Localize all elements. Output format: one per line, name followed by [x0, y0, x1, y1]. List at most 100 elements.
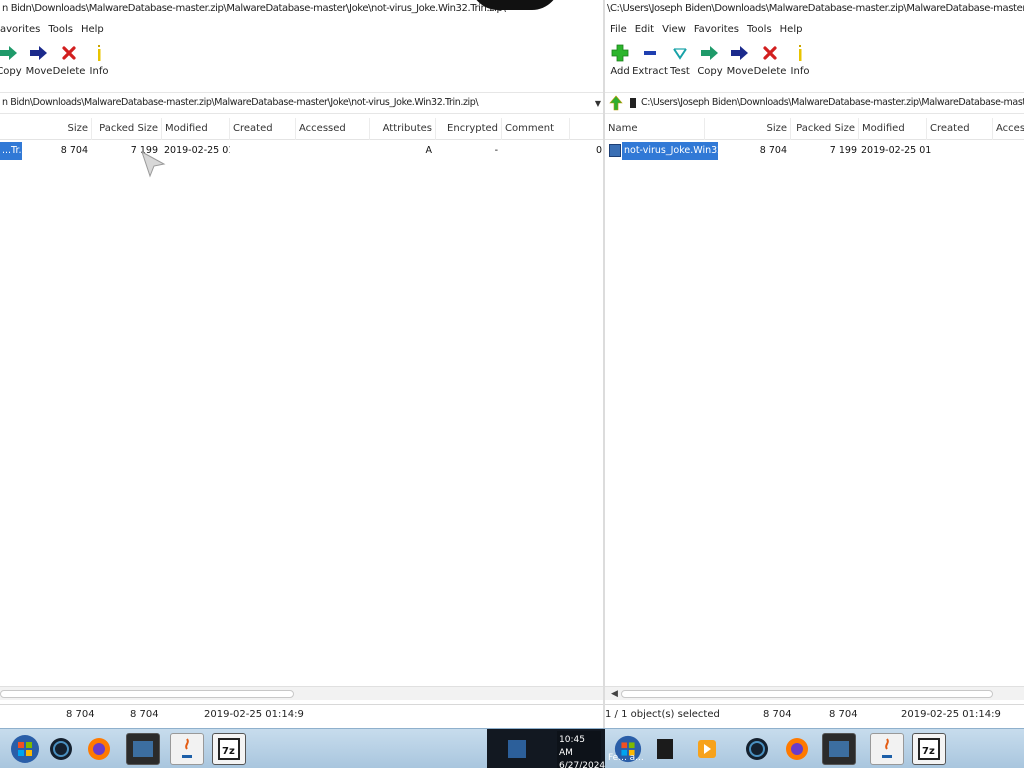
- file-name-cell[interactable]: ...Tr...: [0, 142, 22, 160]
- system-clock[interactable]: 10:45 AM 6/27/2024: [557, 731, 606, 768]
- media-player-icon[interactable]: [690, 733, 724, 765]
- tray-app-icon[interactable]: [500, 733, 534, 765]
- chevron-down-icon[interactable]: ▼: [593, 99, 603, 108]
- menu-favorites[interactable]: Favorites: [694, 24, 739, 35]
- left-status-bar: 8 704 8 704 2019-02-25 01:14:9: [0, 704, 603, 728]
- status-packed: 8 704: [130, 709, 159, 720]
- 7zip-taskbar-icon[interactable]: 7z: [212, 733, 246, 765]
- right-status-bar: 1 / 1 object(s) selected 8 704 8 704 201…: [605, 704, 1024, 728]
- col-modified[interactable]: Modified: [859, 118, 927, 140]
- move-icon: [28, 40, 50, 66]
- menu-help[interactable]: Help: [81, 24, 104, 35]
- menu-view[interactable]: View: [662, 24, 686, 35]
- start-button[interactable]: [8, 733, 42, 765]
- java-icon[interactable]: [870, 733, 904, 765]
- col-accessed[interactable]: Access: [993, 118, 1024, 140]
- menu-tools[interactable]: Tools: [747, 24, 772, 35]
- scroll-left-arrow-icon[interactable]: ◀: [611, 687, 618, 701]
- java-icon[interactable]: [170, 733, 204, 765]
- col-encrypted[interactable]: Encrypted: [436, 118, 502, 140]
- encrypted-cell: -: [494, 145, 498, 156]
- add-icon: [611, 40, 629, 66]
- col-attributes[interactable]: Attributes: [370, 118, 436, 140]
- file-name-cell[interactable]: not-virus_Joke.Win32.Tr...: [622, 142, 718, 160]
- right-address-bar[interactable]: C:\Users\Joseph Biden\Downloads\MalwareD…: [605, 92, 1024, 114]
- left-address-path[interactable]: n Bidn\Downloads\MalwareDatabase-master.…: [0, 93, 593, 113]
- firefox-icon[interactable]: [780, 733, 814, 765]
- extract-button[interactable]: Extract: [632, 40, 668, 92]
- col-created[interactable]: Created: [927, 118, 993, 140]
- add-button[interactable]: Add: [605, 40, 635, 92]
- col-name[interactable]: Name: [605, 118, 705, 140]
- taskbar: 7z 10:45 AM 6/27/2024 Fe... a... 7z: [0, 728, 1024, 768]
- table-row[interactable]: not-virus_Joke.Win32.Tr... 8 704 7 199 2…: [605, 142, 1024, 160]
- left-horizontal-scrollbar[interactable]: [0, 686, 603, 700]
- right-address-path[interactable]: C:\Users\Joseph Biden\Downloads\MalwareD…: [639, 93, 1024, 113]
- col-packed-size[interactable]: Packed Size: [791, 118, 859, 140]
- copy-icon: [699, 40, 721, 66]
- firefox-icon[interactable]: [82, 733, 116, 765]
- right-menubar: File Edit View Favorites Tools Help: [605, 20, 1024, 38]
- move-button[interactable]: Move: [725, 40, 755, 92]
- move-button[interactable]: Move: [24, 40, 54, 92]
- delete-icon: [762, 40, 778, 66]
- right-toolbar: Add Extract Test Copy Move Delete Info: [605, 40, 1024, 92]
- right-horizontal-scrollbar[interactable]: ◀: [605, 686, 1024, 700]
- test-icon: [672, 40, 688, 66]
- menu-help[interactable]: Help: [780, 24, 803, 35]
- col-packed-size[interactable]: Packed Size: [92, 118, 162, 140]
- delete-icon: [61, 40, 77, 66]
- svg-text:7z: 7z: [922, 746, 935, 757]
- scroll-thumb[interactable]: [621, 690, 993, 698]
- info-icon: [795, 40, 805, 66]
- left-7zip-window: n Bidn\Downloads\MalwareDatabase-master.…: [0, 0, 603, 728]
- info-icon: [94, 40, 104, 66]
- copy-icon: [0, 40, 20, 66]
- table-row[interactable]: ...Tr... 8 704 7 199 2019-02-25 01:14 A …: [0, 142, 603, 160]
- delete-button[interactable]: Delete: [754, 40, 786, 92]
- zip-file-icon: [609, 144, 621, 157]
- clock-time: 10:45 AM: [559, 735, 585, 758]
- right-window-title: \C:\Users\Joseph Biden\Downloads\Malware…: [605, 0, 1024, 20]
- col-accessed[interactable]: Accessed: [296, 118, 370, 140]
- menu-tools[interactable]: Tools: [48, 24, 73, 35]
- menu-edit[interactable]: Edit: [635, 24, 654, 35]
- delete-button[interactable]: Delete: [53, 40, 85, 92]
- drive-icon: [627, 97, 639, 109]
- svg-text:7z: 7z: [222, 746, 235, 757]
- copy-button[interactable]: Copy: [0, 40, 24, 92]
- menu-file[interactable]: File: [610, 24, 627, 35]
- status-size: 8 704: [66, 709, 95, 720]
- clock-date: 6/27/2024: [559, 761, 606, 768]
- taskbar-app-dark-icon[interactable]: [648, 733, 682, 765]
- modified-cell: 2019-02-25 01:14: [164, 145, 230, 156]
- left-address-bar[interactable]: n Bidn\Downloads\MalwareDatabase-master.…: [0, 92, 603, 114]
- right-column-headers: Name Size Packed Size Modified Created A…: [605, 118, 1024, 140]
- info-button[interactable]: Info: [785, 40, 815, 92]
- right-7zip-window: \C:\Users\Joseph Biden\Downloads\Malware…: [605, 0, 1024, 728]
- taskbar-app-shield-icon[interactable]: [44, 733, 78, 765]
- col-size[interactable]: Size: [0, 118, 92, 140]
- status-selected: 1 / 1 object(s) selected: [605, 709, 720, 720]
- status-packed: 8 704: [829, 709, 858, 720]
- taskbar-app-shield-icon[interactable]: [740, 733, 774, 765]
- info-button[interactable]: Info: [84, 40, 114, 92]
- test-button[interactable]: Test: [665, 40, 695, 92]
- status-modified: 2019-02-25 01:14:9: [204, 709, 304, 720]
- left-menubar: avorites Tools Help: [0, 20, 603, 38]
- col-modified[interactable]: Modified: [162, 118, 230, 140]
- menu-favorites[interactable]: avorites: [0, 24, 40, 35]
- scroll-thumb[interactable]: [0, 690, 294, 698]
- size-cell: 8 704: [60, 145, 88, 156]
- extract-icon: [642, 40, 658, 66]
- size-cell: 8 704: [759, 145, 787, 156]
- col-size[interactable]: Size: [705, 118, 791, 140]
- tray-label: Fe... a...: [608, 753, 644, 763]
- up-folder-icon[interactable]: [605, 95, 627, 111]
- 7zip-taskbar-icon[interactable]: 7z: [912, 733, 946, 765]
- col-created[interactable]: Created: [230, 118, 296, 140]
- taskbar-window-icon[interactable]: [126, 733, 160, 765]
- taskbar-window-icon[interactable]: [822, 733, 856, 765]
- col-comment[interactable]: Comment: [502, 118, 570, 140]
- copy-button[interactable]: Copy: [695, 40, 725, 92]
